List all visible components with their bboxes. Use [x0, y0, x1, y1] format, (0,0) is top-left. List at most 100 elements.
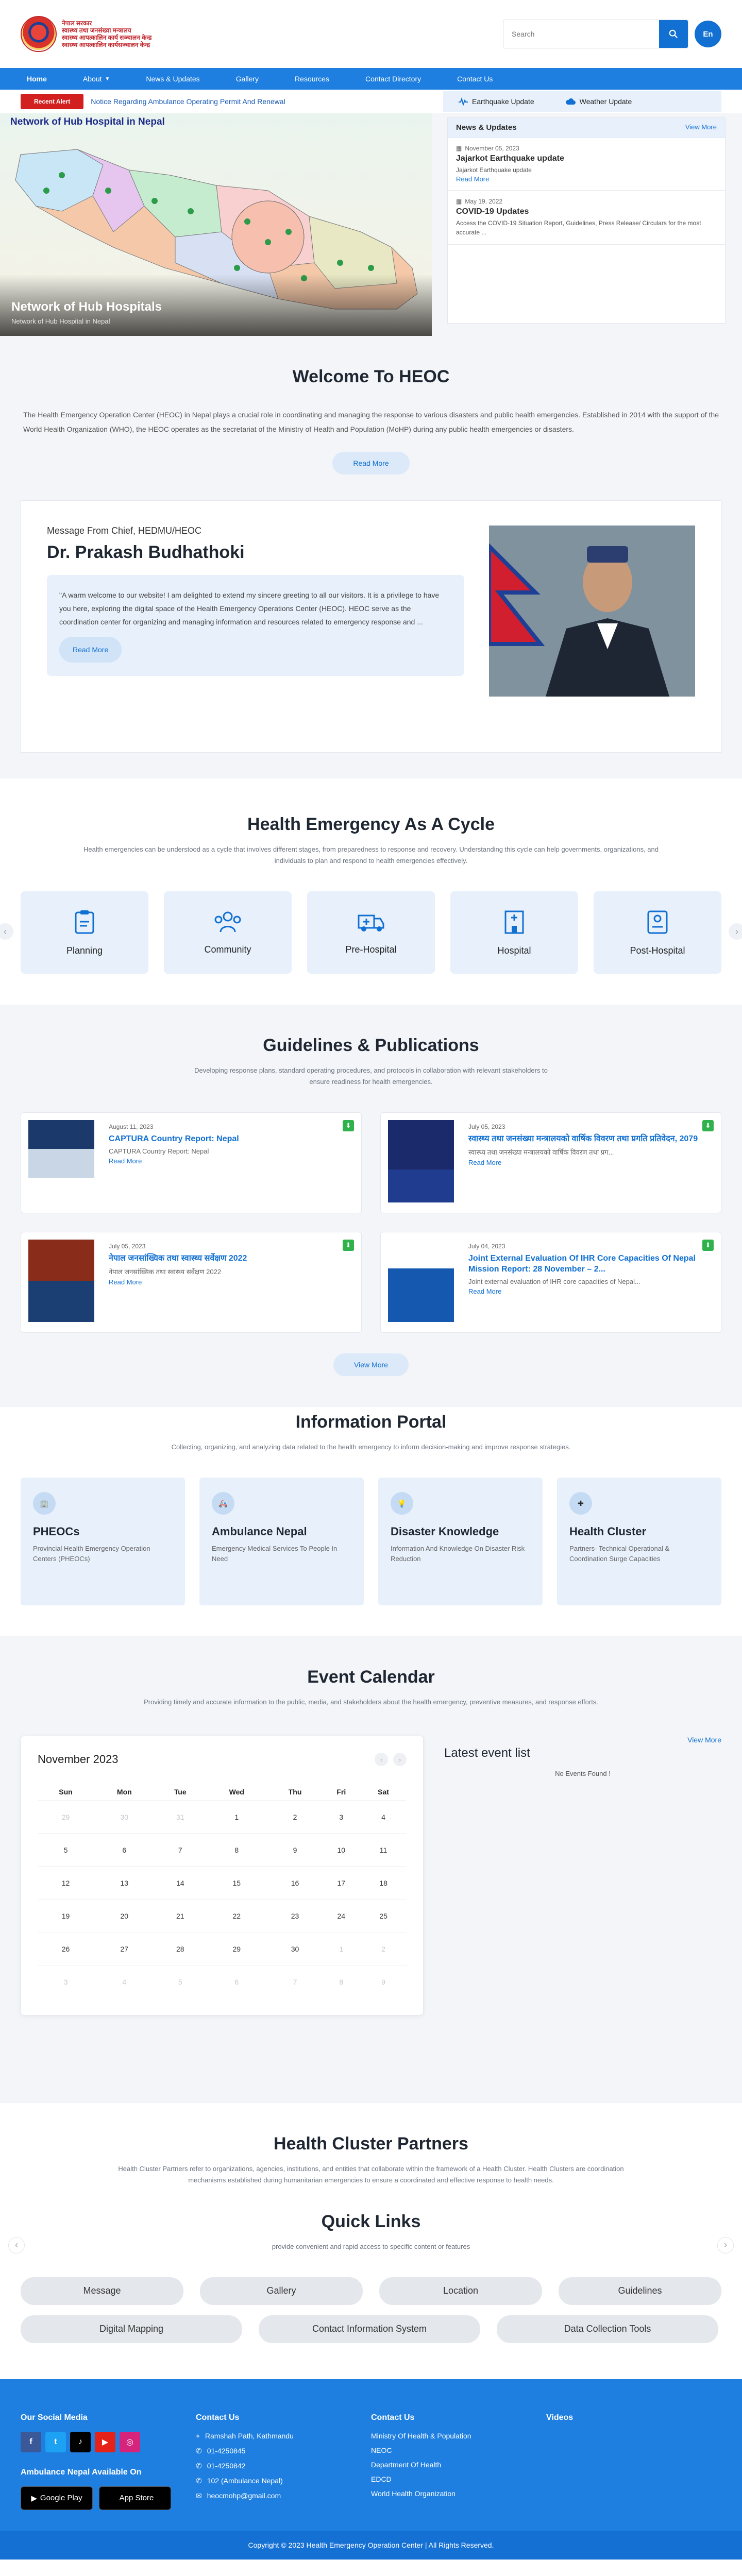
calendar-day[interactable]: 8 [322, 1965, 361, 1998]
download-icon[interactable]: ⬇ [702, 1240, 714, 1251]
guidelines-view-more-button[interactable]: View More [333, 1353, 409, 1376]
nav-about[interactable]: About ▼ [65, 68, 128, 90]
news-item[interactable]: ▦ November 05, 2023 Jajarkot Earthquake u… [448, 138, 725, 191]
calendar-day[interactable]: 16 [267, 1866, 323, 1900]
calendar-day[interactable]: 4 [360, 1800, 407, 1834]
news-read-more[interactable]: Read More [456, 175, 489, 183]
calendar-prev-button[interactable]: ‹ [375, 1753, 388, 1766]
calendar-day[interactable]: 5 [155, 1965, 206, 1998]
calendar-day[interactable]: 2 [267, 1800, 323, 1834]
calendar-day[interactable]: 7 [267, 1965, 323, 1998]
partners-next-button[interactable]: › [717, 2236, 734, 2253]
tiktok-icon[interactable]: ♪ [70, 2431, 91, 2452]
calendar-day[interactable]: 15 [205, 1866, 268, 1900]
portal-card[interactable]: 🏢 PHEOCs Provincial Health Emergency Ope… [21, 1478, 185, 1605]
chief-read-more-button[interactable]: Read More [59, 637, 122, 663]
quick-link-location[interactable]: Location [379, 2277, 542, 2305]
cycle-card-planning[interactable]: Planning [21, 891, 148, 974]
nav-news[interactable]: News & Updates [128, 68, 217, 90]
cycle-card-hospital[interactable]: Hospital [450, 891, 578, 974]
search-button[interactable] [659, 20, 688, 48]
quick-link-guidelines[interactable]: Guidelines [559, 2277, 721, 2305]
publication-card[interactable]: July 05, 2023 नेपाल जनसांख्यिक तथा स्वास… [21, 1232, 362, 1333]
carousel-prev-button[interactable]: ‹ [0, 923, 13, 940]
calendar-day[interactable]: 9 [360, 1965, 407, 1998]
calendar-day[interactable]: 26 [38, 1932, 94, 1965]
calendar-day[interactable]: 18 [360, 1866, 407, 1900]
calendar-day[interactable]: 29 [38, 1800, 94, 1834]
publication-card[interactable]: July 05, 2023 स्वास्थ्य तथा जनसंख्या मन्… [380, 1112, 721, 1213]
footer-phone[interactable]: ✆ 01-4250845 [196, 2447, 371, 2455]
carousel-next-button[interactable]: › [729, 923, 742, 940]
calendar-day[interactable]: 30 [267, 1932, 323, 1965]
publication-card[interactable]: July 04, 2023 Joint External Evaluation … [380, 1232, 721, 1333]
nav-gallery[interactable]: Gallery [218, 68, 277, 90]
quick-link-data-collection[interactable]: Data Collection Tools [497, 2315, 718, 2343]
portal-card[interactable]: ✚ Health Cluster Partners- Technical Ope… [557, 1478, 721, 1605]
footer-link[interactable]: NEOC [371, 2446, 546, 2454]
calendar-day[interactable]: 5 [38, 1833, 94, 1867]
alert-link[interactable]: Notice Regarding Ambulance Operating Per… [91, 97, 443, 106]
calendar-day[interactable]: 13 [94, 1866, 155, 1900]
hero-slider[interactable]: Network of Hub Hospital in Nepal Network… [0, 113, 432, 336]
nav-resources[interactable]: Resources [277, 68, 347, 90]
nav-contact-us[interactable]: Contact Us [439, 68, 511, 90]
calendar-day[interactable]: 8 [205, 1833, 268, 1867]
partners-prev-button[interactable]: ‹ [8, 2236, 25, 2253]
calendar-day[interactable]: 3 [38, 1965, 94, 1998]
cycle-card-community[interactable]: Community [164, 891, 292, 974]
calendar-day[interactable]: 17 [322, 1866, 361, 1900]
calendar-day[interactable]: 12 [38, 1866, 94, 1900]
calendar-day[interactable]: 4 [94, 1965, 155, 1998]
app-store-button[interactable]: App Store [99, 2486, 171, 2510]
youtube-icon[interactable]: ▶ [95, 2431, 115, 2452]
publication-read-more[interactable]: Read More [109, 1157, 354, 1165]
calendar-day[interactable]: 1 [322, 1932, 361, 1965]
calendar-day[interactable]: 10 [322, 1833, 361, 1867]
portal-card[interactable]: 🚑 Ambulance Nepal Emergency Medical Serv… [199, 1478, 364, 1605]
calendar-day[interactable]: 6 [205, 1965, 268, 1998]
footer-link[interactable]: Ministry Of Health & Population [371, 2432, 546, 2440]
footer-email[interactable]: ✉ heocmohp@gmail.com [196, 2492, 371, 2500]
cycle-card-pre-hospital[interactable]: Pre-Hospital [307, 891, 435, 974]
twitter-icon[interactable]: t [45, 2431, 66, 2452]
cycle-card-post-hospital[interactable]: Post-Hospital [594, 891, 721, 974]
calendar-day[interactable]: 6 [94, 1833, 155, 1867]
site-logo[interactable]: नेपाल सरकार स्वास्थ्य तथा जनसंख्या मन्त्… [21, 16, 151, 52]
calendar-day[interactable]: 24 [322, 1899, 361, 1933]
news-item[interactable]: ▦ May 19, 2022 COVID-19 Updates Access th… [448, 191, 725, 245]
calendar-day[interactable]: 23 [267, 1899, 323, 1933]
calendar-day[interactable]: 28 [155, 1932, 206, 1965]
instagram-icon[interactable]: ◎ [120, 2431, 140, 2452]
publication-read-more[interactable]: Read More [109, 1278, 354, 1286]
calendar-day[interactable]: 1 [205, 1800, 268, 1834]
events-view-more[interactable]: View More [687, 1736, 721, 1744]
news-view-more[interactable]: View More [685, 123, 717, 132]
calendar-day[interactable]: 3 [322, 1800, 361, 1834]
weather-update-link[interactable]: Weather Update [565, 97, 632, 106]
quick-link-contact-info-system[interactable]: Contact Information System [259, 2315, 480, 2343]
calendar-day[interactable]: 31 [155, 1800, 206, 1834]
footer-link[interactable]: Department Of Health [371, 2461, 546, 2469]
quick-link-digital-mapping[interactable]: Digital Mapping [21, 2315, 242, 2343]
footer-link[interactable]: World Health Organization [371, 2489, 546, 2498]
calendar-day[interactable]: 9 [267, 1833, 323, 1867]
welcome-read-more-button[interactable]: Read More [332, 452, 410, 474]
calendar-day[interactable]: 21 [155, 1899, 206, 1933]
search-input[interactable] [503, 20, 659, 48]
calendar-day[interactable]: 7 [155, 1833, 206, 1867]
language-toggle[interactable]: En [695, 21, 721, 47]
nav-contact-directory[interactable]: Contact Directory [347, 68, 439, 90]
google-play-button[interactable]: ▶ Google Play [21, 2486, 93, 2510]
download-icon[interactable]: ⬇ [343, 1120, 354, 1131]
earthquake-update-link[interactable]: Earthquake Update [459, 97, 534, 106]
download-icon[interactable]: ⬇ [702, 1120, 714, 1131]
quick-link-message[interactable]: Message [21, 2277, 183, 2305]
calendar-day[interactable]: 14 [155, 1866, 206, 1900]
portal-card[interactable]: 💡 Disaster Knowledge Information And Kno… [378, 1478, 543, 1605]
facebook-icon[interactable]: f [21, 2431, 41, 2452]
footer-phone[interactable]: ✆ 01-4250842 [196, 2462, 371, 2470]
calendar-day[interactable]: 25 [360, 1899, 407, 1933]
calendar-day[interactable]: 2 [360, 1932, 407, 1965]
calendar-day[interactable]: 30 [94, 1800, 155, 1834]
